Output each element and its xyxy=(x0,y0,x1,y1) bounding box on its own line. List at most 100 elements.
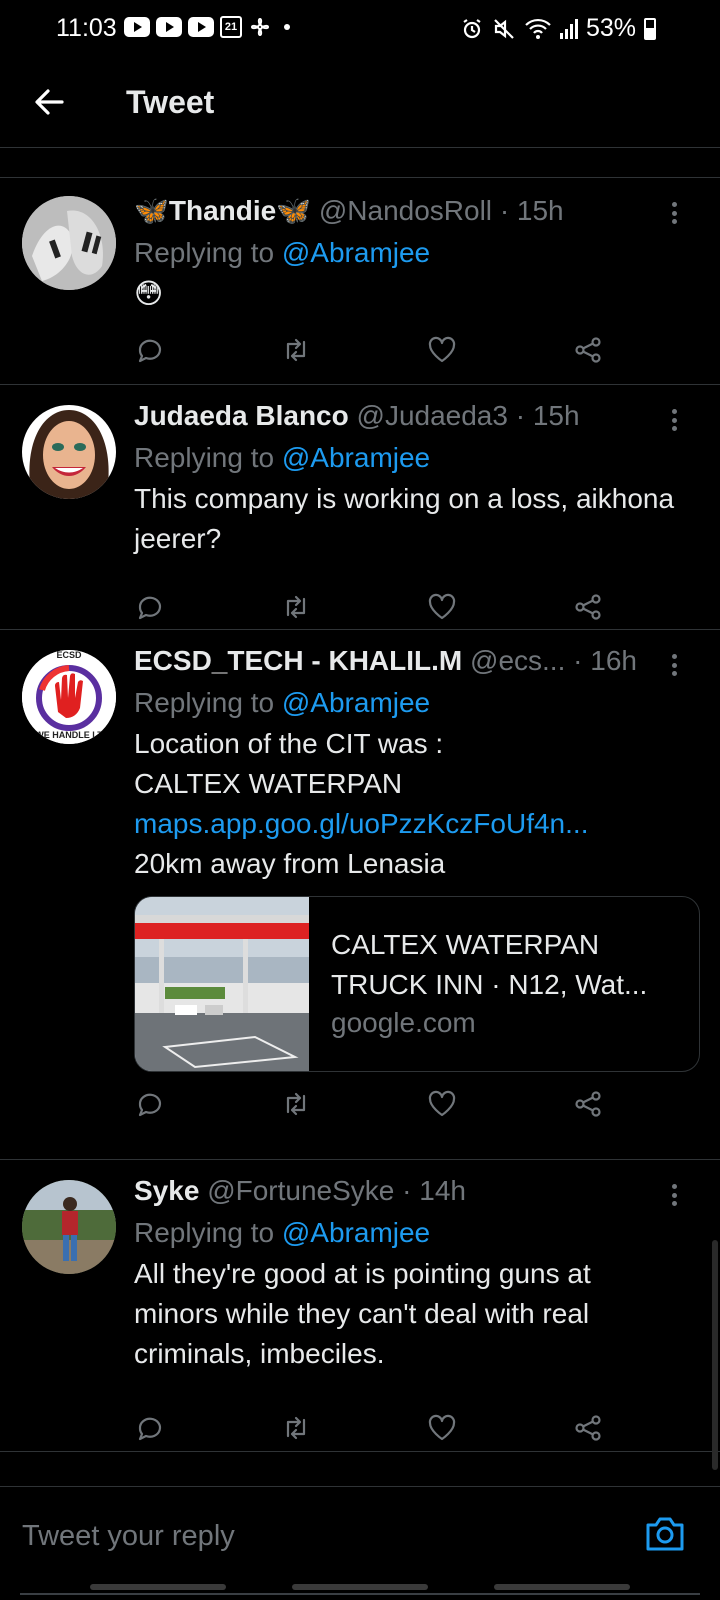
display-name[interactable]: 🦋Thandie🦋 xyxy=(134,195,311,226)
tweet-text-line: Location of the CIT was : xyxy=(134,728,444,759)
avatar-text-top: ECSD xyxy=(56,650,82,660)
like-button[interactable] xyxy=(426,334,458,366)
mention-link[interactable]: @Abramjee xyxy=(282,237,430,268)
youtube-icon xyxy=(188,17,214,37)
like-button[interactable] xyxy=(426,1412,458,1444)
avatar[interactable] xyxy=(22,405,116,499)
back-button[interactable] xyxy=(30,82,70,122)
share-icon xyxy=(575,1091,601,1117)
youtube-icon xyxy=(124,17,150,37)
display-name[interactable]: ECSD_TECH - KHALIL.M xyxy=(134,645,462,676)
share-button[interactable] xyxy=(572,1088,604,1120)
camera-button[interactable] xyxy=(644,1513,686,1553)
display-name[interactable]: Syke xyxy=(134,1175,199,1206)
heart-icon xyxy=(428,1414,456,1441)
reply-icon xyxy=(138,1093,162,1117)
system-icons: 53% xyxy=(460,14,656,43)
tweet[interactable]: 🦋Thandie🦋 @NandosRoll · 15h Replying to … xyxy=(0,178,720,385)
timestamp: · 16h xyxy=(573,645,637,676)
replying-to: Replying to @Abramjee xyxy=(134,1217,431,1248)
camera-icon xyxy=(646,1517,684,1551)
reply-button[interactable] xyxy=(134,1088,166,1120)
nav-handle[interactable] xyxy=(494,1584,630,1590)
battery-icon xyxy=(644,17,656,40)
tweet-text-line: 20km away from Lenasia xyxy=(134,848,446,879)
notification-icons: 21 xyxy=(124,15,290,39)
share-button[interactable] xyxy=(572,1412,604,1444)
reply-icon xyxy=(138,596,162,620)
replying-to: Replying to @Abramjee xyxy=(134,237,431,268)
retweet-button[interactable] xyxy=(280,334,312,366)
retweet-icon xyxy=(286,1092,306,1116)
nav-handle[interactable] xyxy=(292,1584,428,1590)
like-button[interactable] xyxy=(426,591,458,623)
retweet-button[interactable] xyxy=(280,1088,312,1120)
maps-link[interactable]: maps.app.goo.gl/uoPzzKczFoUf4n... xyxy=(134,804,680,844)
tweet-text: 😳 xyxy=(134,278,164,309)
reply-button[interactable] xyxy=(134,591,166,623)
display-name[interactable]: Judaeda Blanco xyxy=(134,400,349,431)
tweet-actions xyxy=(134,334,604,366)
handle[interactable]: @NandosRoll xyxy=(319,195,492,226)
retweet-button[interactable] xyxy=(280,1412,312,1444)
avatar[interactable]: ECSD WE HANDLE I.T xyxy=(22,650,116,744)
mute-icon xyxy=(494,18,514,39)
reply-button[interactable] xyxy=(134,334,166,366)
replying-to: Replying to @Abramjee xyxy=(134,687,431,718)
status-bar: 11:03 21 53% xyxy=(0,0,720,56)
tweet-header: Judaeda Blanco @Judaeda3 · 15h xyxy=(134,399,680,433)
nav-handle[interactable] xyxy=(90,1584,226,1590)
tweet-header: ECSD_TECH - KHALIL.M @ecs... · 16h xyxy=(134,644,680,678)
dot-icon xyxy=(284,24,290,30)
avatar-image xyxy=(22,196,116,290)
mention-link[interactable]: @Abramjee xyxy=(282,687,430,718)
tweet-text: Location of the CIT was : CALTEX WATERPA… xyxy=(134,724,680,884)
scrollbar[interactable] xyxy=(712,1240,718,1470)
tweet-header: 🦋Thandie🦋 @NandosRoll · 15h xyxy=(134,194,680,228)
gesture-nav-bar xyxy=(0,1580,720,1600)
fan-icon xyxy=(251,18,269,36)
handle[interactable]: @ecs... xyxy=(470,645,565,676)
share-icon xyxy=(575,594,601,620)
avatar-text-bottom: WE HANDLE I.T xyxy=(35,730,103,740)
tweet[interactable]: Judaeda Blanco @Judaeda3 · 15h Replying … xyxy=(0,385,720,630)
reply-composer: Tweet your reply xyxy=(0,1486,720,1595)
share-button[interactable] xyxy=(572,334,604,366)
heart-icon xyxy=(428,1090,456,1117)
alarm-icon xyxy=(463,18,481,38)
card-title: TRUCK INN · N12, Wat... xyxy=(331,969,648,1000)
tweet[interactable]: Syke @FortuneSyke · 14h Replying to @Abr… xyxy=(0,1160,720,1452)
timestamp: · 14h xyxy=(402,1175,466,1206)
tweet[interactable]: ECSD WE HANDLE I.T ECSD_TECH - KHALIL.M … xyxy=(0,630,720,1160)
status-time: 11:03 xyxy=(56,14,117,42)
timestamp: · 15h xyxy=(515,400,580,431)
tweet-actions xyxy=(134,591,604,623)
tweet-actions xyxy=(134,1412,604,1444)
tweet-header: Syke @FortuneSyke · 14h xyxy=(134,1174,680,1208)
card-title: CALTEX WATERPAN xyxy=(331,929,600,960)
share-button[interactable] xyxy=(572,591,604,623)
reply-button[interactable] xyxy=(134,1412,166,1444)
retweet-icon xyxy=(286,338,306,362)
avatar[interactable] xyxy=(22,196,116,290)
avatar-image xyxy=(22,405,116,499)
share-icon xyxy=(575,337,601,363)
arrow-left-icon xyxy=(35,89,64,115)
retweet-button[interactable] xyxy=(280,591,312,623)
calendar-icon: 21 xyxy=(220,16,242,38)
handle[interactable]: @Judaeda3 xyxy=(357,400,508,431)
handle[interactable]: @FortuneSyke xyxy=(207,1175,394,1206)
retweet-icon xyxy=(286,595,306,619)
like-button[interactable] xyxy=(426,1088,458,1120)
card-image xyxy=(135,897,309,1071)
link-preview-card[interactable]: CALTEX WATERPAN TRUCK INN · N12, Wat... … xyxy=(134,896,700,1072)
reply-input[interactable]: Tweet your reply xyxy=(22,1511,622,1561)
mention-link[interactable]: @Abramjee xyxy=(282,1217,430,1248)
mention-link[interactable]: @Abramjee xyxy=(282,442,430,473)
top-app-bar: Tweet xyxy=(0,56,720,148)
avatar[interactable] xyxy=(22,1180,116,1274)
tweet-text-line: CALTEX WATERPAN xyxy=(134,768,403,799)
page-title: Tweet xyxy=(126,84,215,120)
reply-icon xyxy=(138,1417,162,1441)
timestamp: · 15h xyxy=(499,195,564,226)
